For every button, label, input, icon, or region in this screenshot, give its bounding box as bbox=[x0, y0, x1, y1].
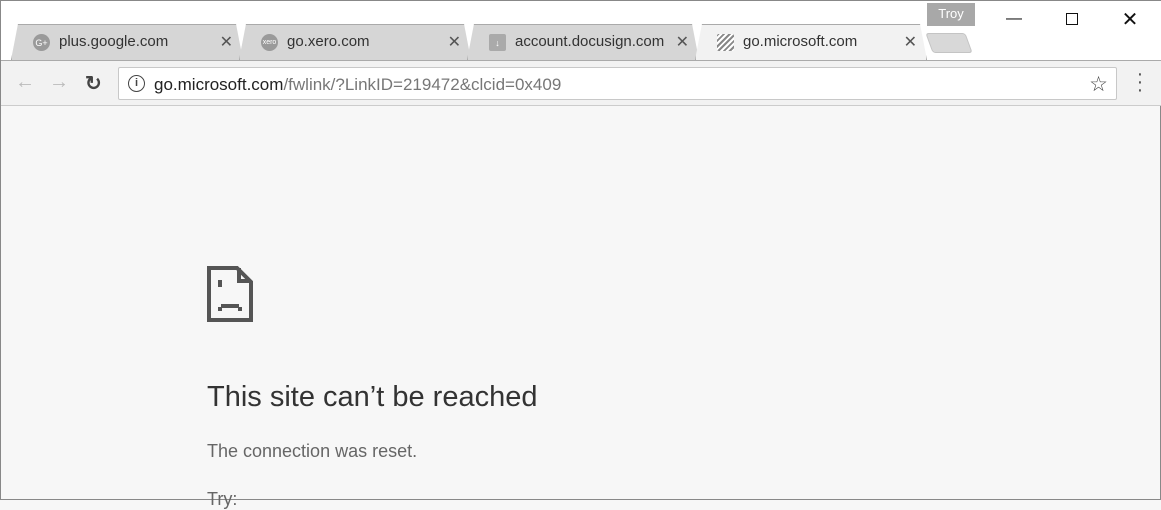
tab-label: plus.google.com bbox=[59, 33, 169, 50]
title-bar: Troy — ✕ G+ plus.google.com ✕ xero go.xe… bbox=[1, 1, 1161, 61]
sad-page-icon bbox=[207, 266, 253, 327]
tab-label: go.xero.com bbox=[287, 33, 370, 50]
microsoft-icon bbox=[717, 34, 734, 51]
tab-docusign[interactable]: ↓ account.docusign.com ✕ bbox=[467, 24, 699, 60]
info-icon[interactable]: i bbox=[128, 75, 145, 92]
address-bar[interactable]: i go.microsoft.com/fwlink/?LinkID=219472… bbox=[118, 67, 1117, 100]
reload-icon[interactable]: ↻ bbox=[85, 71, 102, 96]
bookmark-star-icon[interactable]: ☆ bbox=[1089, 72, 1108, 97]
minimize-button[interactable]: — bbox=[991, 5, 1037, 33]
maximize-icon bbox=[1066, 13, 1078, 25]
window-close-button[interactable]: ✕ bbox=[1107, 5, 1153, 33]
maximize-button[interactable] bbox=[1049, 5, 1095, 33]
close-icon: ✕ bbox=[1121, 8, 1139, 31]
forward-icon[interactable]: → bbox=[49, 71, 69, 94]
url-host: go.microsoft.com bbox=[154, 75, 284, 94]
url-path: /fwlink/?LinkID=219472&clcid=0x409 bbox=[283, 75, 562, 94]
download-icon: ↓ bbox=[489, 34, 506, 51]
error-title: This site can’t be reached bbox=[207, 381, 538, 413]
menu-icon[interactable]: · · · bbox=[1134, 64, 1146, 100]
back-icon[interactable]: ← bbox=[15, 71, 35, 94]
tab-close-icon[interactable]: ✕ bbox=[676, 32, 689, 52]
tab-close-icon[interactable]: ✕ bbox=[448, 32, 461, 52]
xero-icon: xero bbox=[261, 34, 278, 51]
tab-xero[interactable]: xero go.xero.com ✕ bbox=[239, 24, 471, 60]
tab-close-icon[interactable]: ✕ bbox=[220, 32, 233, 52]
tab-label: go.microsoft.com bbox=[743, 33, 858, 50]
profile-button[interactable]: Troy bbox=[927, 3, 975, 26]
toolbar: ← → ↻ i go.microsoft.com/fwlink/?LinkID=… bbox=[1, 60, 1161, 106]
tab-label: account.docusign.com bbox=[515, 33, 665, 50]
google-plus-icon: G+ bbox=[33, 34, 50, 51]
tab-plus-google[interactable]: G+ plus.google.com ✕ bbox=[11, 24, 243, 60]
new-tab-button[interactable] bbox=[925, 33, 973, 53]
minimize-icon: — bbox=[1006, 10, 1022, 27]
tab-close-icon[interactable]: ✕ bbox=[904, 32, 917, 52]
url-text[interactable]: go.microsoft.com/fwlink/?LinkID=219472&c… bbox=[154, 75, 561, 95]
tab-microsoft[interactable]: go.microsoft.com ✕ bbox=[695, 24, 927, 60]
error-message: The connection was reset. bbox=[207, 441, 418, 461]
